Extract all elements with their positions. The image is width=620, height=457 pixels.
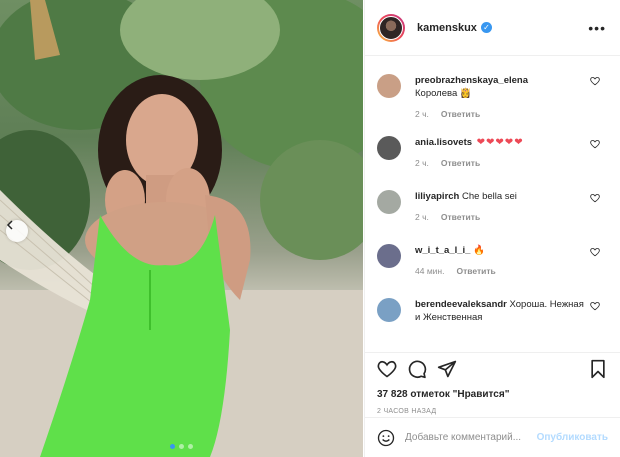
- comment-text: Che bella sei: [462, 191, 517, 202]
- share-icon[interactable]: [437, 359, 457, 379]
- comment-input[interactable]: [405, 432, 527, 443]
- comment-item: w_i_t_a_l_i_ 🔥 44 мин. Ответить: [365, 227, 620, 281]
- post-photo[interactable]: [0, 0, 363, 457]
- comment-username[interactable]: ania.lisovets: [415, 137, 472, 148]
- comment-text: 🔥: [473, 245, 485, 256]
- comment-username[interactable]: w_i_t_a_l_i_: [415, 245, 470, 256]
- comment-like-heart-icon[interactable]: [590, 247, 600, 257]
- comment-item: preobrazhenskaya_elena Королева 👸 2 ч. О…: [365, 56, 620, 119]
- post-header: kamenskux ✓ •••: [365, 0, 620, 56]
- comment-username[interactable]: preobrazhenskaya_elena: [415, 75, 528, 86]
- carousel-dot: [188, 444, 193, 449]
- instagram-post: kamenskux ✓ ••• preobrazhenskaya_elena К…: [0, 0, 620, 457]
- comment-username[interactable]: liliyapirch: [415, 191, 459, 202]
- commenter-avatar[interactable]: [377, 298, 401, 322]
- comment-like-heart-icon[interactable]: [590, 76, 600, 86]
- bookmark-icon[interactable]: [588, 359, 608, 379]
- reply-button[interactable]: Ответить: [441, 157, 480, 170]
- comments-list: preobrazhenskaya_elena Королева 👸 2 ч. О…: [365, 56, 620, 346]
- add-comment-bar: Опубликовать: [365, 417, 620, 457]
- post-timestamp: 2 ЧАСОВ НАЗАД: [377, 408, 437, 415]
- comment-item: berendeevaleksandr Хороша. Нежная и Женс…: [365, 281, 620, 335]
- comment-time: 2 ч.: [415, 212, 429, 222]
- comment-like-heart-icon[interactable]: [590, 301, 600, 311]
- commenter-avatar[interactable]: [377, 244, 401, 268]
- author-username[interactable]: kamenskux: [417, 22, 477, 34]
- chevron-left-icon: [6, 220, 13, 230]
- verified-badge-icon: ✓: [480, 22, 492, 33]
- commenter-avatar[interactable]: [377, 74, 401, 98]
- reply-button[interactable]: Ответить: [456, 265, 495, 278]
- carousel-dot: [170, 444, 175, 449]
- comment-text: Королева 👸: [415, 88, 472, 99]
- comment-time: 2 ч.: [415, 158, 429, 168]
- comment-hearts: ❤❤❤❤❤: [476, 137, 524, 148]
- post-side-panel: kamenskux ✓ ••• preobrazhenskaya_elena К…: [364, 0, 620, 457]
- carousel-prev-button[interactable]: [6, 220, 28, 242]
- commenter-avatar[interactable]: [377, 136, 401, 160]
- comment-icon[interactable]: [407, 359, 427, 379]
- author-avatar[interactable]: [377, 13, 405, 42]
- post-actions: [365, 352, 620, 385]
- more-options-icon[interactable]: •••: [588, 20, 606, 36]
- comment-item: liliyapirch Che bella sei 2 ч. Ответить: [365, 173, 620, 227]
- likes-count[interactable]: 37 828 отметок "Нравится": [365, 389, 620, 400]
- carousel-dots: [0, 444, 363, 449]
- comment-item: ania.lisovets ❤❤❤❤❤ 2 ч. Ответить: [365, 119, 620, 173]
- publish-button[interactable]: Опубликовать: [537, 432, 608, 443]
- heart-icon[interactable]: [377, 359, 397, 379]
- comment-like-heart-icon[interactable]: [590, 139, 600, 149]
- comment-username[interactable]: berendeevaleksandr: [415, 299, 507, 310]
- commenter-avatar[interactable]: [377, 190, 401, 214]
- emoji-icon[interactable]: [377, 429, 395, 447]
- carousel-dot: [179, 444, 184, 449]
- comment-like-heart-icon[interactable]: [590, 193, 600, 203]
- reply-button[interactable]: Ответить: [441, 211, 480, 224]
- photo-illustration: [0, 0, 363, 457]
- comment-time: 44 мин.: [415, 266, 445, 276]
